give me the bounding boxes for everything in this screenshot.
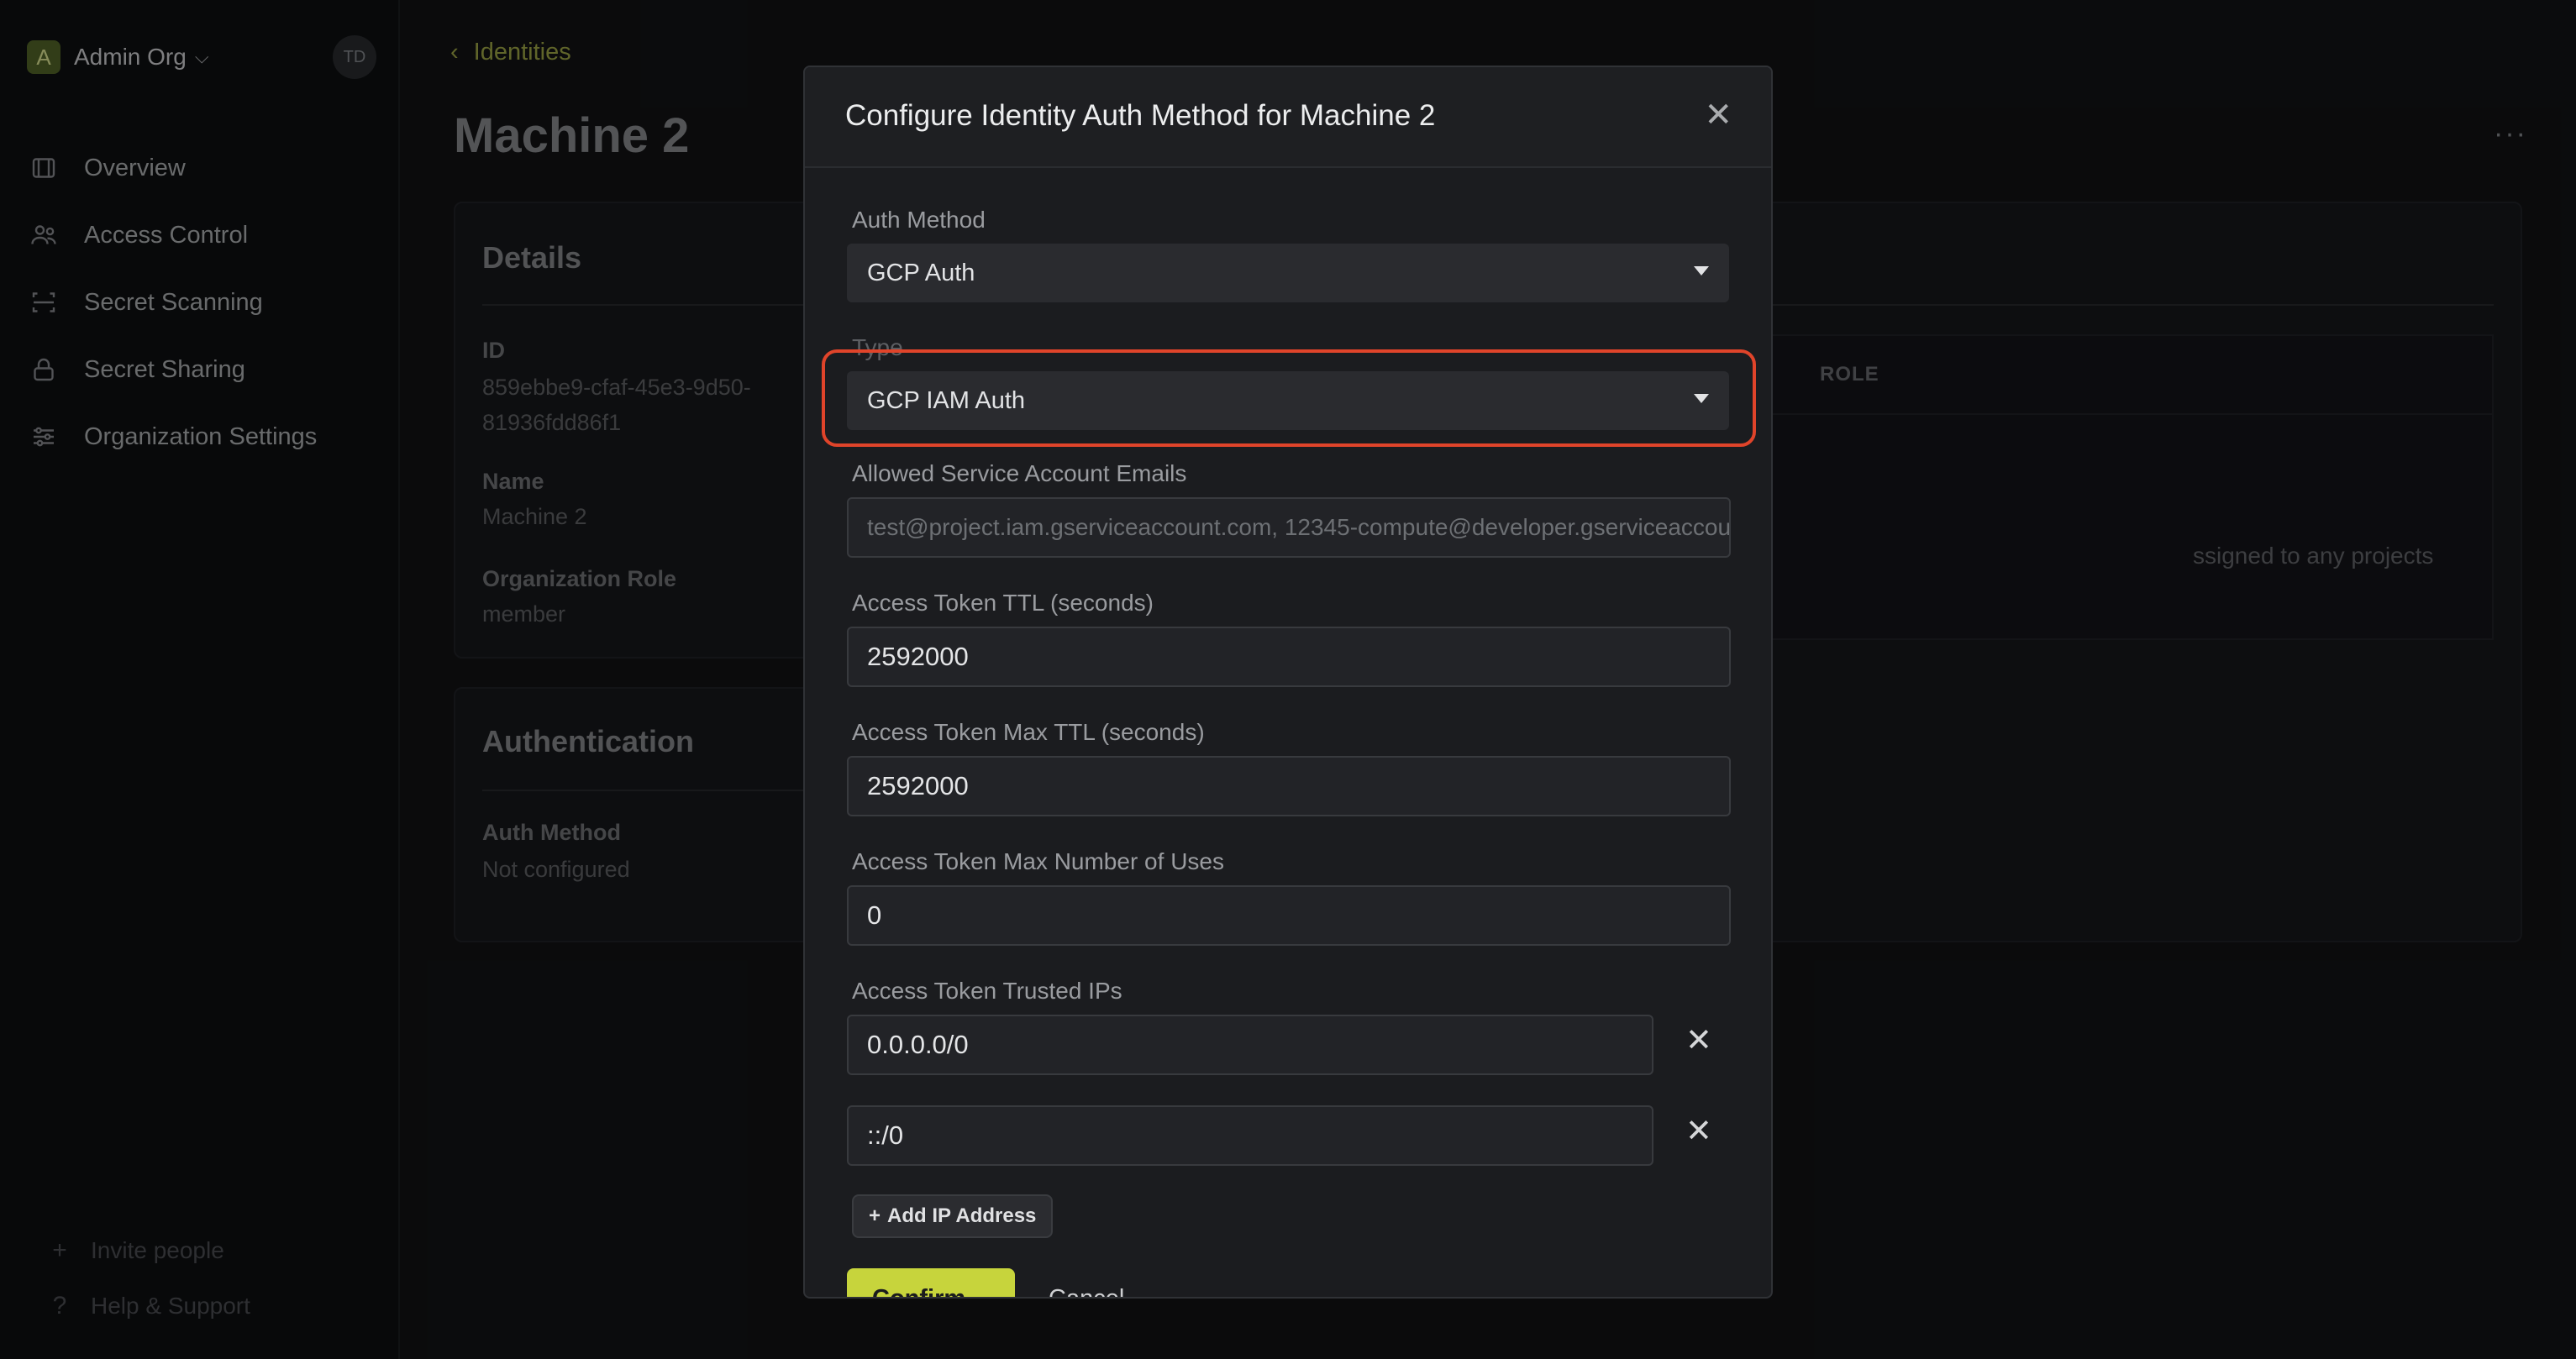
ttl-label: Access Token TTL (seconds) xyxy=(852,590,1154,616)
trusted-ips-label: Access Token Trusted IPs xyxy=(852,978,1122,1004)
plus-icon: + xyxy=(869,1204,881,1227)
remove-ip-icon[interactable]: ✕ xyxy=(1685,1112,1712,1150)
max-uses-label: Access Token Max Number of Uses xyxy=(852,848,1224,874)
allowed-emails-input[interactable]: test@project.iam.gserviceaccount.com, 12… xyxy=(847,497,1731,558)
add-ip-address-button[interactable]: + Add IP Address xyxy=(852,1194,1054,1238)
allowed-emails-label: Allowed Service Account Emails xyxy=(852,460,1187,486)
max-uses-input[interactable]: 0 xyxy=(847,885,1731,946)
trusted-ip-input[interactable]: ::/0 xyxy=(847,1105,1653,1166)
caret-down-icon xyxy=(1694,266,1709,275)
max-ttl-input[interactable]: 2592000 xyxy=(847,756,1731,816)
max-ttl-label: Access Token Max TTL (seconds) xyxy=(852,719,1205,745)
highlight-box xyxy=(822,349,1756,447)
trusted-ip-input[interactable]: 0.0.0.0/0 xyxy=(847,1015,1653,1075)
close-icon[interactable]: ✕ xyxy=(1704,96,1732,134)
configure-auth-modal: Configure Identity Auth Method for Machi… xyxy=(803,66,1773,1299)
remove-ip-icon[interactable]: ✕ xyxy=(1685,1021,1712,1059)
add-ip-label: Add IP Address xyxy=(887,1204,1037,1227)
cancel-button[interactable]: Cancel xyxy=(1049,1285,1124,1297)
auth-method-label: Auth Method xyxy=(852,207,986,233)
auth-method-value: GCP Auth xyxy=(867,259,975,286)
modal-header: Configure Identity Auth Method for Machi… xyxy=(805,67,1771,168)
confirm-button[interactable]: Confirm xyxy=(847,1268,1015,1297)
auth-method-select[interactable]: GCP Auth xyxy=(847,244,1729,302)
modal-title: Configure Identity Auth Method for Machi… xyxy=(845,99,1436,132)
ttl-input[interactable]: 2592000 xyxy=(847,627,1731,687)
